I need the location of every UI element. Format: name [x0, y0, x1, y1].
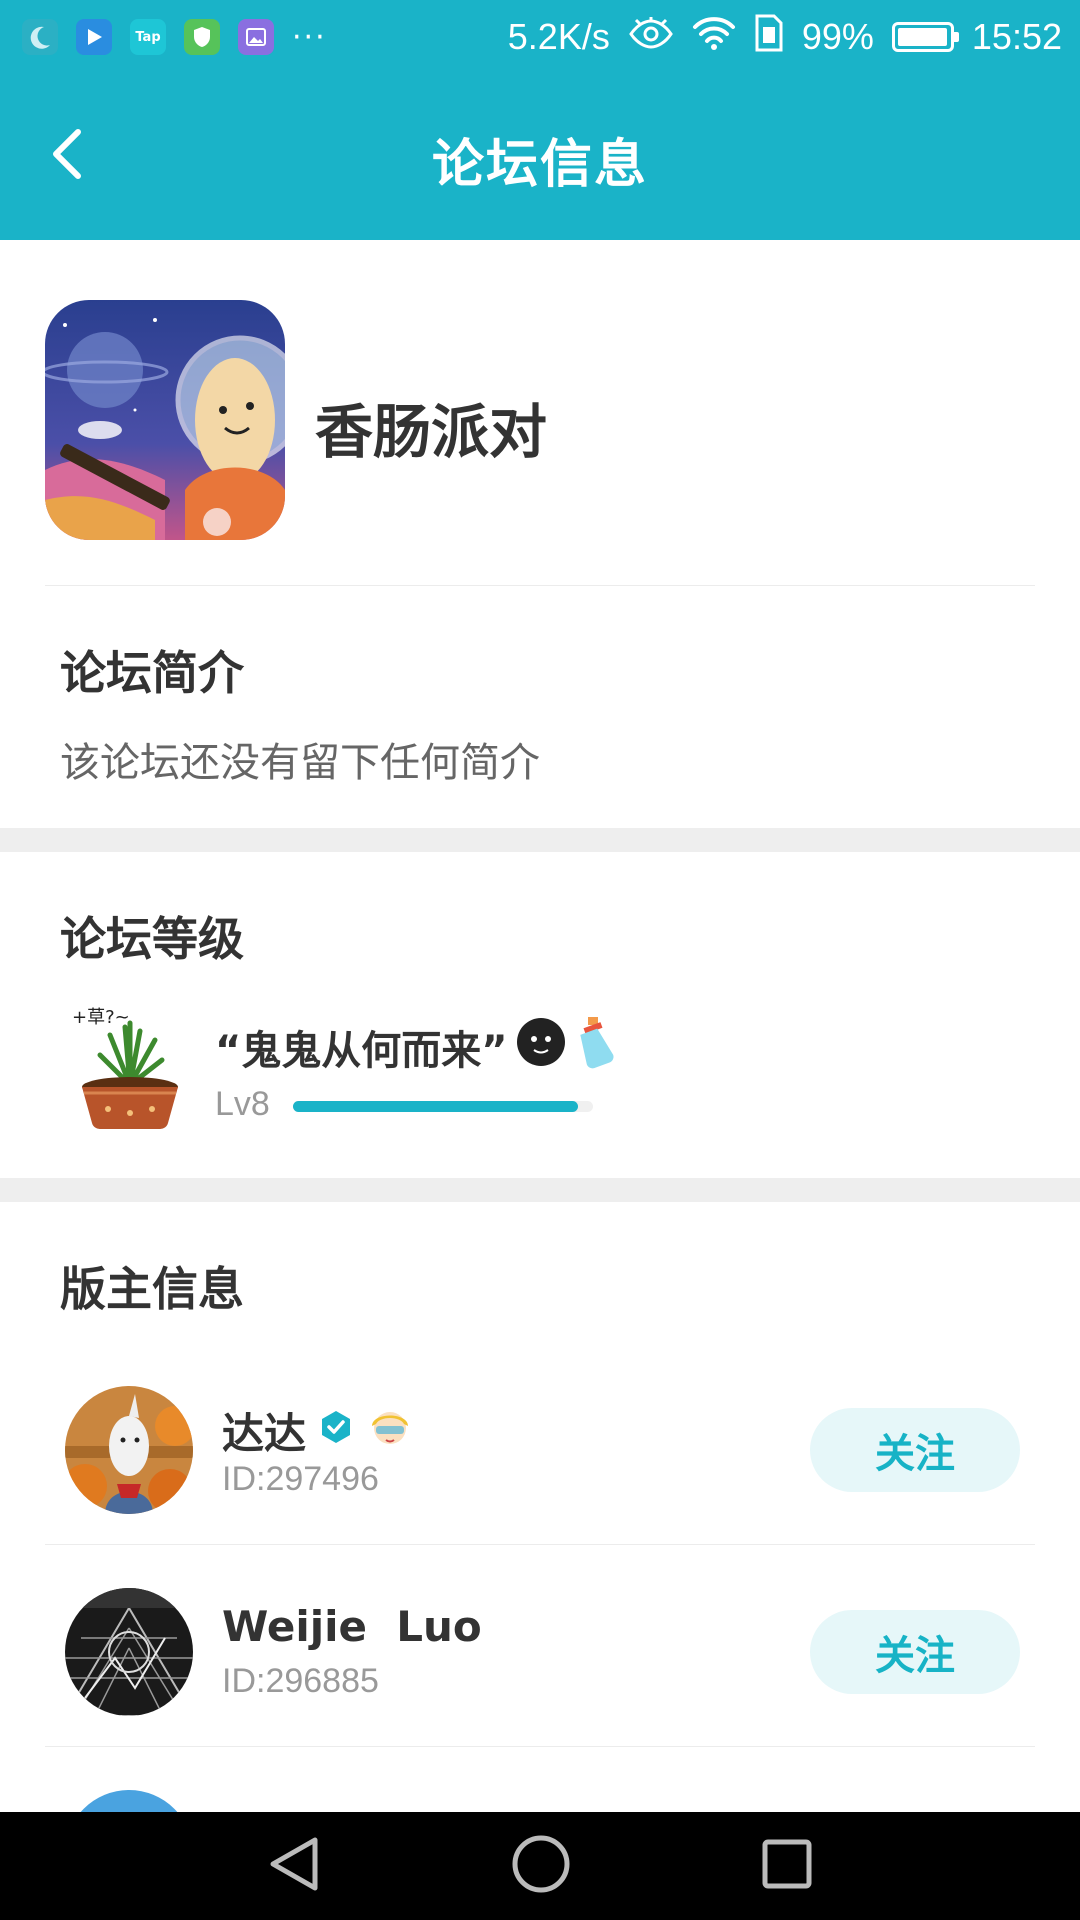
forum-game-icon: [45, 300, 285, 540]
baby-bottle-icon: [574, 1015, 614, 1079]
level-progress-bar: [293, 1101, 593, 1112]
forum-header: 香肠派对: [0, 240, 1080, 585]
moderator-id: ID:297496: [222, 1460, 379, 1498]
circle-home-icon: [512, 1835, 570, 1893]
level-name-text: “鬼鬼从何而来”: [215, 1028, 508, 1074]
battery-percent: 99%: [801, 16, 874, 57]
moderator-row-partial: [65, 1790, 193, 1812]
character-badge-icon: [366, 1402, 414, 1460]
nav-recents-button[interactable]: [761, 1838, 813, 1894]
status-notifications: Tap ···: [22, 19, 327, 55]
moon-app-icon: [22, 19, 58, 55]
more-notifications-icon: ···: [292, 19, 327, 55]
battery-icon: [891, 22, 959, 52]
moderator-name-text: Weijie Luo: [222, 1602, 482, 1651]
square-recents-icon: [762, 1839, 812, 1889]
section-separator: [0, 828, 1080, 852]
level-name: “鬼鬼从何而来”: [215, 1015, 614, 1079]
triangle-back-icon: [270, 1837, 318, 1891]
moderators-title: 版主信息: [60, 1262, 244, 1316]
taptap-icon: Tap: [130, 19, 166, 55]
moderator-row[interactable]: 达达 ID:297496 关注: [0, 1350, 1080, 1550]
intro-title: 论坛简介: [60, 646, 244, 700]
shield-app-icon: [184, 19, 220, 55]
divider: [45, 1746, 1035, 1747]
title-bar: 论坛信息: [0, 74, 1080, 240]
clock: 15:52: [971, 16, 1062, 57]
moderator-name: 达达: [222, 1400, 414, 1461]
sim-icon: [754, 13, 784, 62]
divider: [45, 1544, 1035, 1545]
avatar[interactable]: [65, 1588, 193, 1716]
avatar[interactable]: [65, 1386, 193, 1514]
status-indicators: 5.2K/s 99% 15:52: [508, 13, 1062, 62]
page-title: 论坛信息: [431, 135, 648, 195]
moderator-id: ID:296885: [222, 1662, 379, 1700]
verified-badge-icon: [318, 1406, 354, 1455]
eye-icon: [628, 16, 674, 59]
nav-back-button[interactable]: [267, 1835, 321, 1897]
gallery-app-icon: [238, 19, 274, 55]
moderator-name-text: 达达: [222, 1409, 307, 1458]
plant-avatar-icon: +草?~: [70, 1005, 190, 1130]
black-face-emoji-icon: [516, 1017, 566, 1077]
divider: [45, 585, 1035, 586]
wifi-icon: [692, 15, 736, 60]
network-speed: 5.2K/s: [507, 16, 610, 57]
follow-button[interactable]: 关注: [810, 1610, 1020, 1694]
moderator-row[interactable]: Weijie Luo ID:296885 关注: [0, 1552, 1080, 1752]
nav-home-button[interactable]: [511, 1834, 571, 1898]
system-nav-bar: [0, 1812, 1080, 1920]
follow-button[interactable]: 关注: [810, 1408, 1020, 1492]
level-label: Lv8: [215, 1085, 270, 1123]
intro-text: 该论坛还没有留下任何简介: [60, 740, 540, 786]
svg-text:+草?~: +草?~: [72, 1007, 130, 1028]
status-bar: Tap ··· 5.2K/s 99% 15:52: [0, 0, 1080, 74]
section-separator: [0, 1178, 1080, 1202]
level-progress-fill: [293, 1101, 578, 1112]
level-title: 论坛等级: [60, 912, 244, 966]
moderator-name: Weijie Luo: [222, 1602, 482, 1651]
avatar: [65, 1790, 193, 1812]
forum-name: 香肠派对: [315, 398, 548, 466]
play-store-icon: [76, 19, 112, 55]
